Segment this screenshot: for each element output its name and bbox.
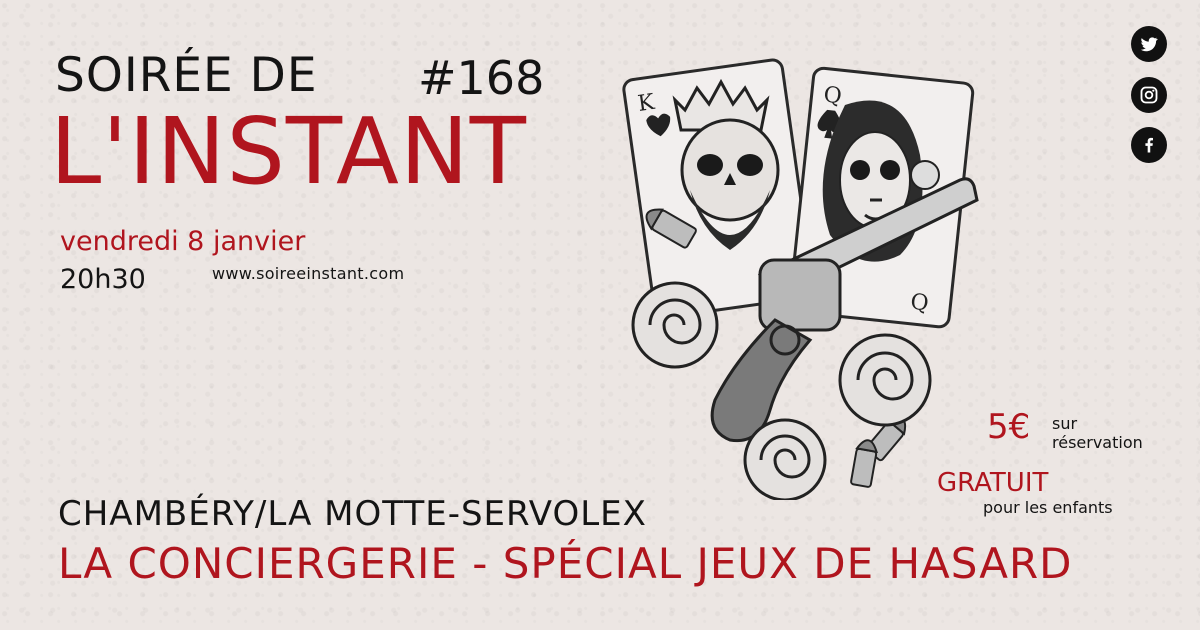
event-time: 20h30 — [60, 264, 146, 295]
facebook-button[interactable] — [1131, 127, 1167, 163]
gambling-illustration: K Q Q — [622, 58, 979, 500]
free-note: pour les enfants — [983, 498, 1113, 517]
facebook-icon — [1145, 137, 1153, 153]
price: 5€ — [987, 407, 1031, 447]
title-line2: L'INSTANT — [50, 98, 527, 205]
twitter-icon — [1140, 37, 1158, 52]
title-line1: SOIRÉE DE — [55, 48, 318, 103]
bullet-icon — [850, 439, 879, 488]
price-note-line2: réservation — [1052, 433, 1143, 453]
instagram-button[interactable] — [1131, 77, 1167, 113]
issue-number: #168 — [418, 51, 545, 105]
price-note: sur réservation — [1052, 414, 1143, 452]
queen-rank-bottom: Q — [909, 290, 930, 317]
price-note-line1: sur — [1052, 414, 1078, 433]
free-label: GRATUIT — [937, 468, 1049, 498]
rose-icon — [743, 418, 827, 500]
website-link[interactable]: www.soireeinstant.com — [212, 266, 404, 282]
instagram-icon — [1140, 86, 1158, 104]
queen-rank: Q — [822, 83, 843, 110]
event-city: CHAMBÉRY/LA MOTTE-SERVOLEX — [58, 494, 647, 534]
twitter-button[interactable] — [1131, 26, 1167, 62]
event-venue: LA CONCIERGERIE - SPÉCIAL JEUX DE HASARD — [58, 539, 1073, 588]
event-date: vendredi 8 janvier — [60, 226, 306, 257]
rose-icon — [631, 281, 719, 369]
rose-icon — [838, 333, 932, 427]
